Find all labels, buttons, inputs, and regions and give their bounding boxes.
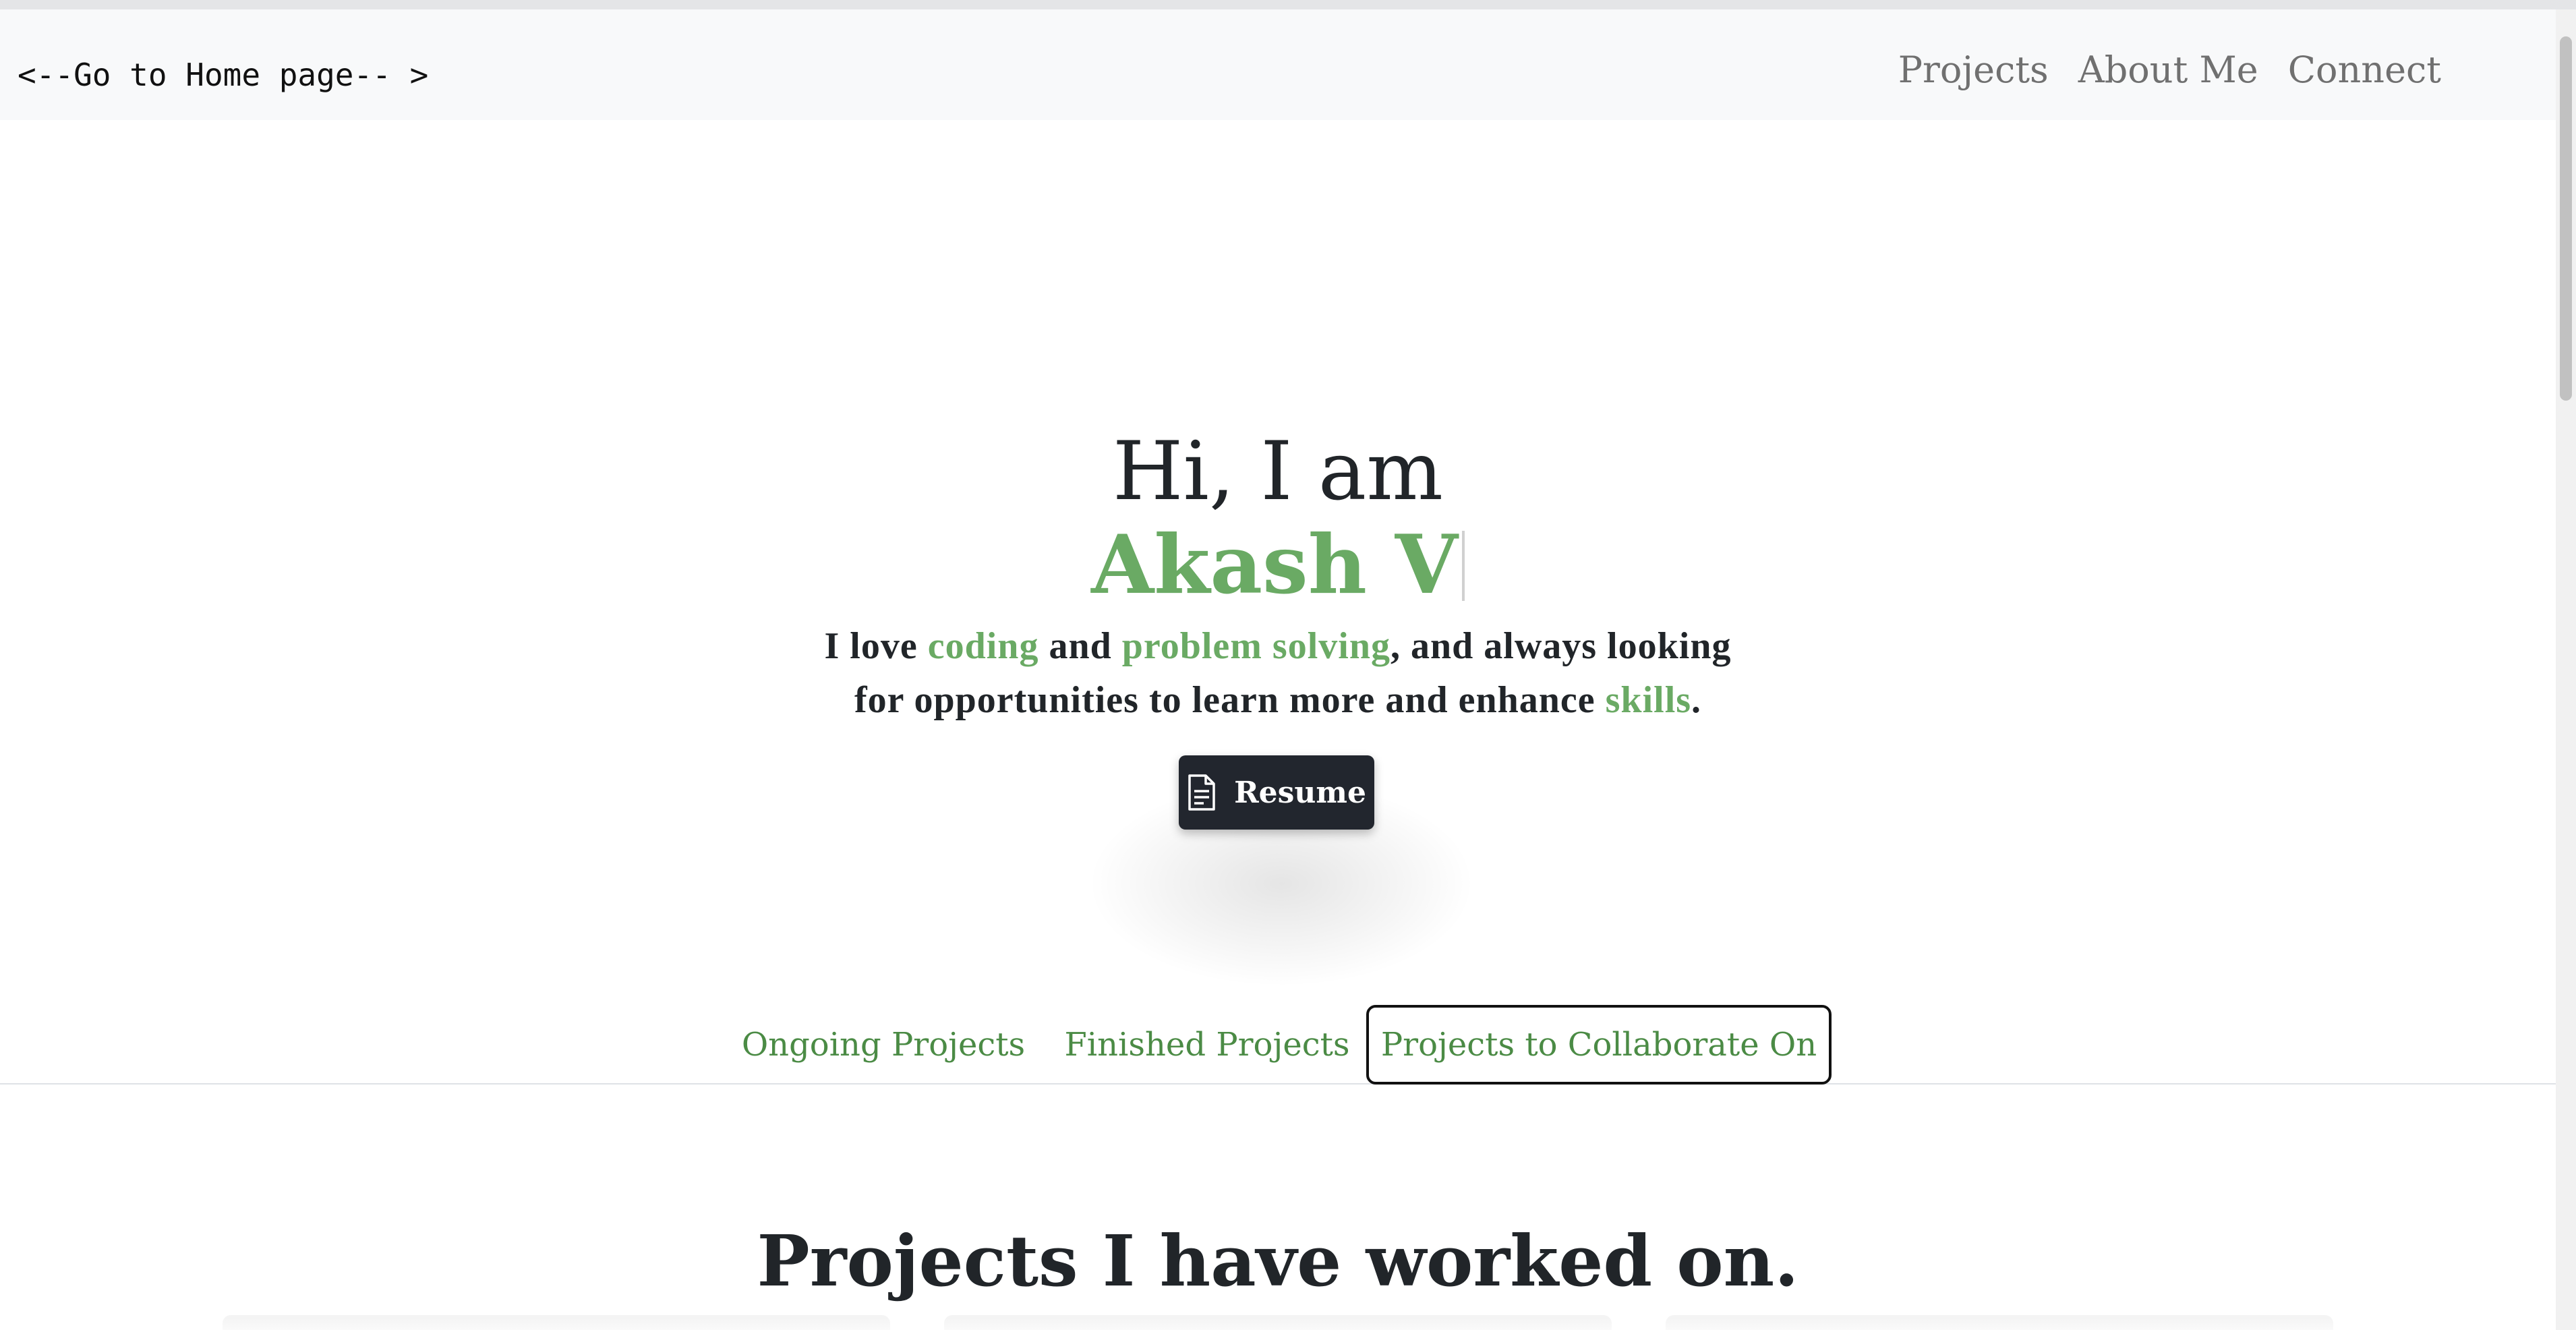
hero-description: I love coding and problem solving, and a… [0,619,2556,727]
desc-part: . [1691,679,1702,721]
nav-link-about-me[interactable]: About Me [2078,49,2258,91]
nav-link-projects[interactable]: Projects [1898,49,2049,91]
project-card[interactable] [1666,1315,2333,1330]
hero-name-text: Akash V [1091,517,1458,612]
browser-top-border [0,0,2576,9]
tab-ongoing-projects[interactable]: Ongoing Projects [742,1006,1025,1083]
section-title: Projects I have worked on. [757,1219,1799,1303]
resume-button[interactable]: Resume [1179,755,1374,830]
project-card[interactable] [223,1315,890,1330]
desc-part: for opportunities to learn more and enha… [854,679,1606,721]
scrollbar-thumb[interactable] [2560,36,2572,401]
tab-projects-to-collaborate[interactable]: Projects to Collaborate On [1366,1005,1832,1085]
tabs-divider [0,1083,2556,1085]
scrollbar[interactable] [2556,9,2576,1330]
tab-finished-projects[interactable]: Finished Projects [1059,1006,1355,1083]
hero-greeting-text: Hi, I am [1112,425,1444,519]
desc-part: , and always looking [1390,625,1732,667]
hero-name: Akash V [0,525,2556,606]
desc-part: and [1038,625,1122,667]
home-page-link[interactable]: <--Go to Home page-- > [18,57,428,93]
project-card[interactable] [944,1315,1612,1330]
desc-part: I love [824,625,928,667]
resume-label: Resume [1234,775,1366,810]
desc-highlight-coding: coding [927,625,1039,667]
nav-links: Projects About Me Connect [1898,49,2441,91]
nav-link-connect[interactable]: Connect [2288,49,2441,91]
project-cards-row [223,1315,2333,1330]
document-icon [1188,774,1215,811]
hero-greeting: Hi, I am [0,432,2556,513]
desc-highlight-skills: skills [1605,679,1692,721]
typing-caret [1461,531,1465,601]
desc-highlight-problem-solving: problem solving [1121,625,1391,667]
navbar: <--Go to Home page-- > Projects About Me… [0,9,2556,120]
